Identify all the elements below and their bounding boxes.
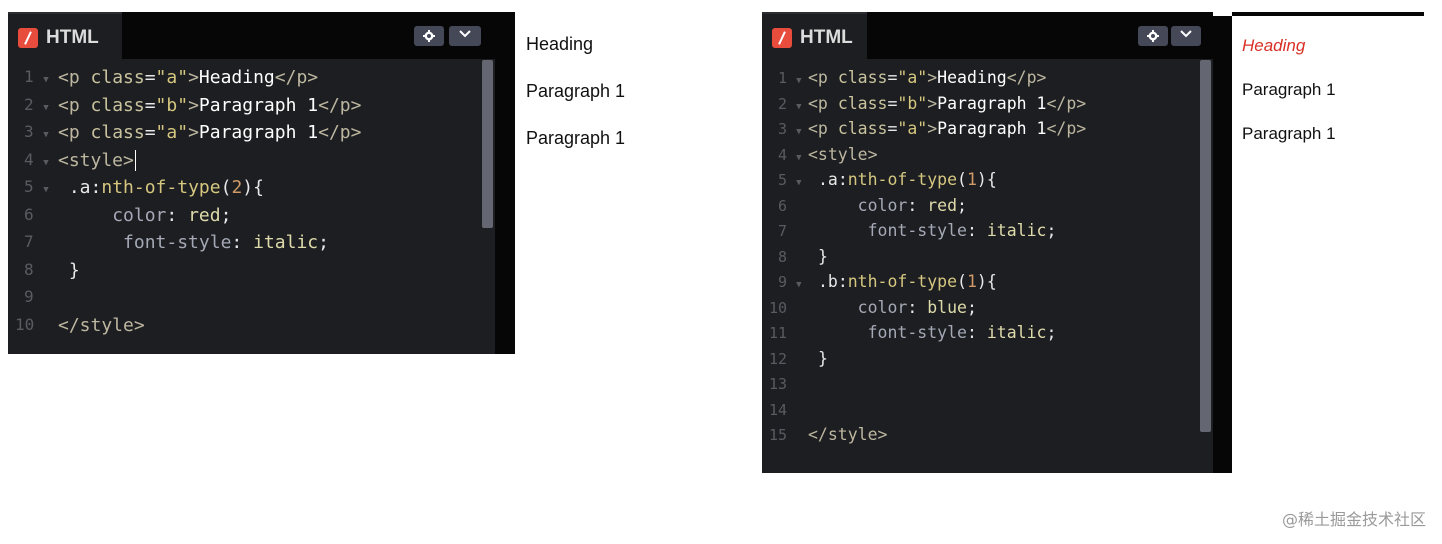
line-number: 3 ▼ — [778, 120, 802, 138]
left-code-editor[interactable]: HTML 1 ▼ 2 ▼ 3 ▼ 4 ▼ 5 ▼ 6 7 8 9 10 <p c… — [8, 12, 495, 354]
preview-heading: Heading — [526, 34, 594, 54]
line-number: 5 ▼ — [24, 177, 49, 196]
code-area[interactable]: <p class="a">Heading</p> <p class="b">Pa… — [58, 67, 361, 336]
line-number: 2 ▼ — [778, 95, 802, 113]
top-border — [1232, 12, 1424, 16]
codepen-logo-icon — [772, 28, 792, 48]
line-number: 5 ▼ — [778, 171, 802, 189]
expand-button[interactable] — [449, 26, 481, 46]
line-number: 4 ▼ — [778, 146, 802, 164]
code-line: <style> — [808, 145, 878, 164]
code-line: } — [68, 260, 80, 281]
preview-paragraph: Paragraph 1 — [1242, 80, 1336, 99]
preview-heading: Heading — [1242, 36, 1306, 55]
html-tab[interactable]: HTML — [8, 12, 122, 59]
settings-button[interactable] — [1138, 26, 1168, 46]
line-number: 6 — [778, 197, 788, 215]
code-line: <p class="b">Paragraph 1</p> — [808, 94, 1087, 113]
line-number: 12 — [769, 350, 788, 368]
scrollbar-thumb[interactable] — [482, 60, 493, 228]
code-line: <p class="a">Heading</p> — [58, 67, 319, 88]
code-line: } — [817, 247, 828, 266]
right-preview: Heading Paragraph 1 Paragraph 1 — [1242, 36, 1422, 156]
code-line: <p class="b">Paragraph 1</p> — [58, 95, 362, 116]
preview-paragraph: Paragraph 1 — [526, 81, 626, 101]
line-number: 1 ▼ — [24, 67, 49, 86]
preview-paragraph: Paragraph 1 — [526, 128, 626, 148]
line-number: 8 — [778, 248, 788, 266]
line-number: 10 — [769, 299, 788, 317]
chevron-down-icon — [1180, 30, 1192, 38]
right-code-editor[interactable]: HTML 1 ▼ 2 ▼ 3 ▼ 4 ▼ 5 ▼ 6 7 8 9 ▼ 10 11… — [762, 12, 1213, 473]
code-line: color: blue; — [857, 298, 977, 317]
code-line: .a:nth-of-type(1){ — [817, 170, 997, 189]
code-line: <style> — [58, 150, 147, 171]
code-area[interactable]: <p class="a">Heading</p> <p class="b">Pa… — [808, 68, 1086, 444]
preview-paragraph: Paragraph 1 — [1242, 124, 1336, 143]
settings-button[interactable] — [414, 26, 444, 46]
line-number: 2 ▼ — [24, 95, 49, 114]
code-line: .b:nth-of-type(1){ — [817, 272, 997, 291]
code-line: font-style: italic; — [123, 232, 329, 253]
code-line: <p class="a">Heading</p> — [808, 68, 1047, 87]
gear-icon — [1147, 30, 1159, 42]
line-number: 3 ▼ — [24, 122, 49, 141]
code-line: } — [817, 349, 828, 368]
line-number: 15 — [769, 426, 788, 444]
code-line: <p class="a">Paragraph 1</p> — [58, 122, 362, 143]
code-line: </style> — [58, 315, 145, 336]
tab-label: HTML — [800, 27, 853, 48]
code-line: </style> — [808, 425, 888, 444]
watermark: @稀土掘金技术社区 — [1281, 510, 1426, 529]
line-number: 1 ▼ — [778, 69, 802, 87]
line-number: 6 — [24, 205, 34, 224]
code-line: font-style: italic; — [867, 323, 1057, 342]
pane-divider[interactable] — [495, 12, 515, 354]
code-line: color: red; — [857, 196, 967, 215]
codepen-logo-icon — [18, 28, 38, 48]
line-number: 11 — [769, 324, 788, 342]
code-line: font-style: italic; — [867, 221, 1057, 240]
code-line: <p class="a">Paragraph 1</p> — [808, 119, 1087, 138]
line-number: 10 — [15, 315, 35, 334]
line-number: 9 — [24, 287, 34, 306]
html-tab[interactable]: HTML — [762, 12, 867, 59]
chevron-down-icon — [459, 30, 471, 38]
line-number: 4 ▼ — [24, 150, 49, 169]
line-number: 9 ▼ — [778, 273, 802, 291]
code-line: color: red; — [112, 205, 232, 226]
line-number: 14 — [769, 401, 788, 419]
gear-icon — [423, 30, 435, 42]
line-number: 8 — [24, 260, 34, 279]
line-number: 13 — [769, 375, 788, 393]
scrollbar-thumb[interactable] — [1200, 60, 1211, 432]
expand-button[interactable] — [1171, 26, 1201, 46]
line-number: 7 — [778, 222, 788, 240]
tab-label: HTML — [46, 27, 99, 48]
pane-divider[interactable] — [1213, 16, 1232, 473]
line-number: 7 — [24, 232, 34, 251]
left-preview: Heading Paragraph 1 Paragraph 1 — [526, 34, 726, 164]
code-line: .a:nth-of-type(2){ — [68, 177, 264, 198]
